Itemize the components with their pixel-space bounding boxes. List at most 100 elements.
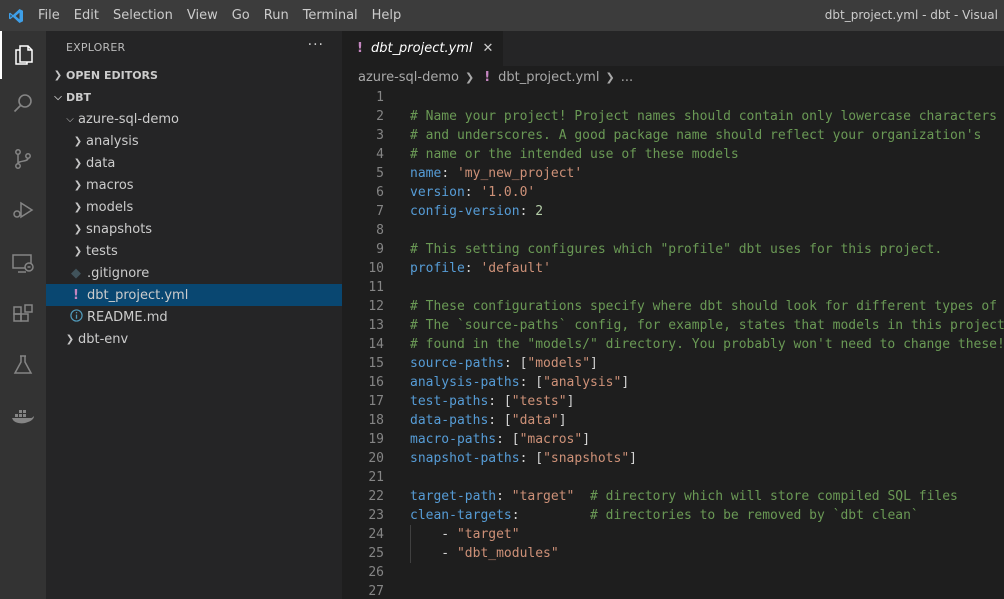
code-token: "target" [511, 489, 575, 504]
tab-bar: ! dbt_project.yml ✕ [342, 31, 1004, 66]
code-line[interactable]: 10 profile: 'default' [342, 259, 1004, 278]
code-line[interactable]: 22 target-path: "target" # directory whic… [342, 487, 1004, 506]
code-token: config-version [410, 204, 520, 219]
code-line[interactable]: 13 # The `source-paths` config, for examp… [342, 316, 1004, 335]
tree-item-analysis[interactable]: ❯ analysis [46, 130, 342, 152]
code-token: test-paths [410, 394, 489, 409]
workspace-root-section[interactable]: ⌵ DBT [46, 86, 342, 108]
code-line[interactable]: 16 analysis-paths: ["analysis"] [342, 373, 1004, 392]
tree-item-models[interactable]: ❯ models [46, 196, 342, 218]
code-token: "tests" [511, 394, 567, 409]
code-line[interactable]: 25 - "dbt_modules" [342, 544, 1004, 563]
code-line[interactable]: 15 source-paths: ["models"] [342, 354, 1004, 373]
code-token: # name or the intended use of these mode… [410, 147, 739, 162]
code-token: version [410, 185, 465, 200]
code-line[interactable]: 27 [342, 582, 1004, 599]
tab-dbt-project-yml[interactable]: ! dbt_project.yml ✕ [342, 31, 504, 66]
tree-item-data[interactable]: ❯ data [46, 152, 342, 174]
menu-view[interactable]: View [180, 0, 225, 31]
chevron-down-icon: ⌵ [54, 91, 62, 103]
code-token: 'my_new_project' [456, 166, 583, 181]
code-token: "analysis" [543, 375, 622, 390]
code-editor[interactable]: 1 2 # Name your project! Project names sho… [342, 88, 1004, 599]
code-line[interactable]: 4 # name or the intended use of these mod… [342, 145, 1004, 164]
code-line[interactable]: 3 # and underscores. A good package name … [342, 126, 1004, 145]
code-token: name [410, 166, 442, 181]
code-token: - [410, 527, 457, 542]
code-token: : [441, 166, 457, 181]
menu-run[interactable]: Run [257, 0, 296, 31]
line-text: name: 'my_new_project' [384, 164, 582, 183]
chevron-right-icon: ❯ [73, 135, 83, 147]
line-number: 21 [368, 470, 384, 485]
tree-item-macros[interactable]: ❯ macros [46, 174, 342, 196]
remote-explorer-icon[interactable] [0, 239, 46, 287]
folder-azure-sql-demo[interactable]: ⌵ azure-sql-demo [46, 108, 342, 130]
explorer-icon[interactable] [0, 31, 46, 79]
menu-edit[interactable]: Edit [67, 0, 106, 31]
code-line[interactable]: 7 config-version: 2 [342, 202, 1004, 221]
code-line[interactable]: 12 # These configurations specify where d… [342, 297, 1004, 316]
code-line[interactable]: 23 clean-targets: # directories to be rem… [342, 506, 1004, 525]
code-line[interactable]: 11 [342, 278, 1004, 297]
code-line[interactable]: 1 [342, 88, 1004, 107]
code-line[interactable]: 21 [342, 468, 1004, 487]
tree-item-snapshots[interactable]: ❯ snapshots [46, 218, 342, 240]
chevron-right-icon: ❯ [73, 223, 83, 235]
run-debug-icon[interactable] [0, 186, 46, 234]
code-line[interactable]: 24 - "target" [342, 525, 1004, 544]
code-line[interactable]: 8 [342, 221, 1004, 240]
tree-item-tests[interactable]: ❯ tests [46, 240, 342, 262]
chevron-right-icon: ❯ [73, 201, 83, 213]
close-icon[interactable]: ✕ [483, 41, 494, 56]
code-token: "data" [511, 413, 559, 428]
extensions-icon[interactable] [0, 291, 46, 339]
code-token: ] [621, 375, 630, 390]
search-icon[interactable] [0, 79, 46, 127]
code-line[interactable]: 6 version: '1.0.0' [342, 183, 1004, 202]
tree-item-gitignore[interactable]: ◆ .gitignore [46, 262, 342, 284]
open-editors-label: OPEN EDITORS [66, 68, 158, 82]
tree-item-label: tests [86, 243, 118, 259]
menu-terminal[interactable]: Terminal [296, 0, 365, 31]
menu-selection[interactable]: Selection [106, 0, 180, 31]
testing-icon[interactable] [0, 341, 46, 389]
more-actions-icon[interactable]: ··· [308, 37, 324, 53]
folder-dbt-env[interactable]: ❯ dbt-env [46, 328, 342, 350]
line-text [384, 563, 410, 582]
open-editors-section[interactable]: ❯ OPEN EDITORS [46, 64, 342, 86]
code-line[interactable]: 17 test-paths: ["tests"] [342, 392, 1004, 411]
chevron-right-icon: ❯ [65, 333, 75, 345]
code-token: ] [558, 413, 567, 428]
breadcrumb-symbol[interactable]: ... [621, 70, 633, 85]
tree-item-readme[interactable]: README.md [46, 306, 342, 328]
code-token: : [ [519, 375, 544, 390]
code-token: "snapshots" [543, 451, 630, 466]
line-text [384, 278, 410, 297]
source-control-icon[interactable] [0, 135, 46, 183]
explorer-sidebar: EXPLORER ··· ❯ OPEN EDITORS ⌵ DBT ⌵ azur… [46, 31, 342, 599]
menu-file[interactable]: File [31, 0, 67, 31]
code-token: : [ [519, 451, 544, 466]
chevron-right-icon: ❯ [73, 157, 83, 169]
code-line[interactable]: 18 data-paths: ["data"] [342, 411, 1004, 430]
tree-item-dbt-project-yml[interactable]: ! dbt_project.yml [46, 284, 342, 306]
code-line[interactable]: 14 # found in the "models/" directory. Yo… [342, 335, 1004, 354]
breadcrumb-file[interactable]: dbt_project.yml [498, 70, 599, 85]
info-file-icon [68, 308, 84, 326]
line-number: 7 [376, 204, 384, 219]
code-line[interactable]: 2 # Name your project! Project names shou… [342, 107, 1004, 126]
yaml-file-icon: ! [73, 287, 79, 303]
code-line[interactable]: 9 # This setting configures which "profil… [342, 240, 1004, 259]
menu-go[interactable]: Go [225, 0, 257, 31]
menu-help[interactable]: Help [365, 0, 409, 31]
line-number: 12 [368, 299, 384, 314]
code-line[interactable]: 5 name: 'my_new_project' [342, 164, 1004, 183]
docker-icon[interactable] [0, 393, 46, 441]
line-number: 22 [368, 489, 384, 504]
code-line[interactable]: 26 [342, 563, 1004, 582]
code-line[interactable]: 20 snapshot-paths: ["snapshots"] [342, 449, 1004, 468]
breadcrumb-folder[interactable]: azure-sql-demo [358, 70, 459, 85]
code-token: data-paths [410, 413, 489, 428]
code-line[interactable]: 19 macro-paths: ["macros"] [342, 430, 1004, 449]
